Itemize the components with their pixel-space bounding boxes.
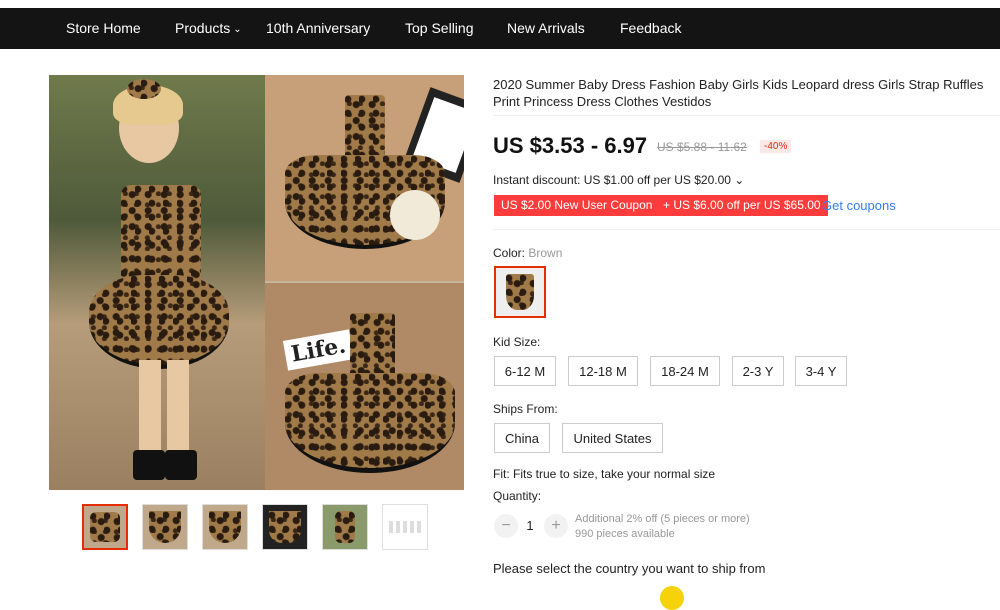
help-bubble-icon[interactable] bbox=[660, 586, 684, 610]
color-swatch-brown[interactable] bbox=[494, 266, 546, 318]
ships-from-option[interactable]: China bbox=[494, 423, 550, 453]
photo-girl-in-dress bbox=[49, 75, 265, 490]
quantity-discount-note: Additional 2% off (5 pieces or more) bbox=[575, 513, 750, 525]
divider bbox=[493, 229, 1000, 230]
quantity-label: Quantity: bbox=[493, 489, 542, 503]
instant-discount[interactable]: Instant discount: US $1.00 off per US $2… bbox=[493, 173, 744, 187]
color-label-text: Color: bbox=[493, 246, 526, 260]
original-price: US $5.88 - 11.62 bbox=[657, 140, 747, 154]
discount-badge: -40% bbox=[760, 140, 792, 153]
thumbnail-4[interactable] bbox=[262, 504, 308, 550]
size-option[interactable]: 3-4 Y bbox=[795, 356, 847, 386]
get-coupons-link[interactable]: Get coupons bbox=[822, 198, 896, 213]
thumbnail-6[interactable] bbox=[382, 504, 428, 550]
store-nav-bar: Store Home Products ⌄ 10th Anniversary To… bbox=[0, 8, 1000, 49]
size-option[interactable]: 6-12 M bbox=[494, 356, 556, 386]
store-coupon[interactable]: + US $6.00 off per US $65.00 bbox=[656, 195, 828, 216]
nav-new-arrivals[interactable]: New Arrivals bbox=[507, 8, 585, 49]
life-sign-text: Life. bbox=[282, 329, 355, 371]
pieces-available: 990 pieces available bbox=[575, 528, 675, 540]
nav-10th-anniversary[interactable]: 10th Anniversary bbox=[266, 8, 370, 49]
size-option[interactable]: 2-3 Y bbox=[732, 356, 784, 386]
price-range: US $3.53 - 6.97 bbox=[493, 133, 648, 158]
color-label: Color: Brown bbox=[493, 246, 562, 260]
color-value: Brown bbox=[528, 246, 563, 260]
quantity-decrease-button[interactable]: − bbox=[494, 514, 518, 538]
thumbnail-1[interactable] bbox=[82, 504, 128, 550]
quantity-increase-button[interactable]: + bbox=[544, 514, 568, 538]
nav-store-home[interactable]: Store Home bbox=[66, 8, 141, 49]
fit-note: Fit: Fits true to size, take your normal… bbox=[493, 467, 716, 481]
thumbnail-2[interactable] bbox=[142, 504, 188, 550]
photo-dress-flatlay-2: Life. bbox=[265, 283, 464, 490]
main-product-image[interactable]: Life. bbox=[49, 75, 464, 490]
size-option[interactable]: 18-24 M bbox=[650, 356, 720, 386]
chevron-down-icon: ⌄ bbox=[233, 24, 242, 35]
divider bbox=[493, 115, 1000, 116]
nav-feedback[interactable]: Feedback bbox=[620, 8, 681, 49]
nav-products[interactable]: Products ⌄ bbox=[175, 8, 242, 49]
ship-country-prompt: Please select the country you want to sh… bbox=[493, 561, 766, 576]
photo-dress-flatlay-1 bbox=[265, 75, 464, 281]
thumbnail-5[interactable] bbox=[322, 504, 368, 550]
ships-from-option[interactable]: United States bbox=[562, 423, 663, 453]
product-title: 2020 Summer Baby Dress Fashion Baby Girl… bbox=[493, 77, 984, 109]
size-label: Kid Size: bbox=[493, 335, 541, 349]
thumbnail-3[interactable] bbox=[202, 504, 248, 550]
size-option[interactable]: 12-18 M bbox=[568, 356, 638, 386]
quantity-value[interactable]: 1 bbox=[518, 518, 542, 533]
ships-from-label: Ships From: bbox=[493, 402, 558, 416]
nav-products-label: Products bbox=[175, 20, 231, 36]
new-user-coupon[interactable]: US $2.00 New User Coupon bbox=[494, 195, 660, 216]
nav-top-selling[interactable]: Top Selling bbox=[405, 8, 474, 49]
